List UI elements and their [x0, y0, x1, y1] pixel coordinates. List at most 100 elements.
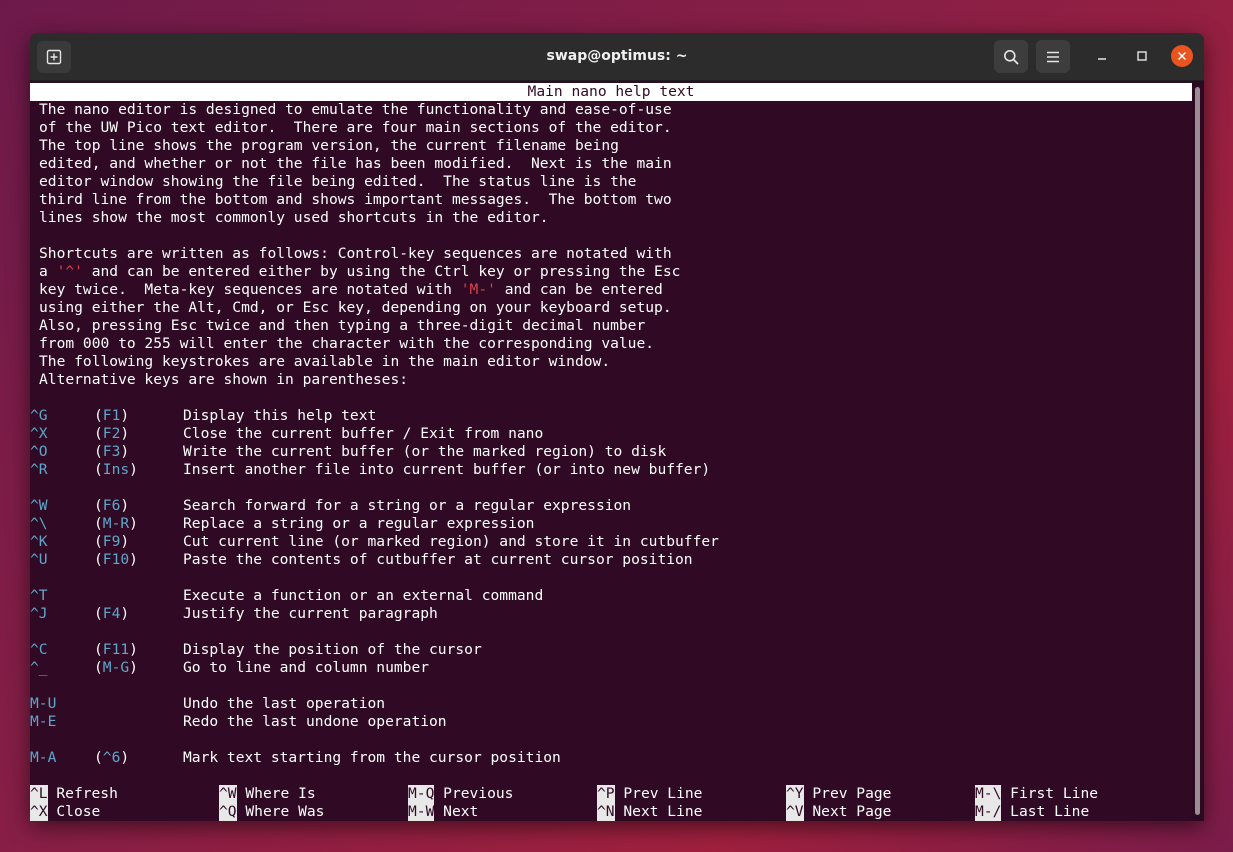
key-description: Mark text starting from the cursor posit… [183, 749, 561, 766]
key-description: Display this help text [183, 407, 377, 424]
alt-key-value: F9 [102, 533, 121, 550]
key-combo: ^C [30, 641, 48, 658]
scrollbar-thumb[interactable] [1195, 87, 1200, 815]
shortcut-prev-line[interactable]: ^P Prev Line [597, 785, 702, 803]
shortcut-close[interactable]: ^X Close [30, 803, 100, 821]
shortcut-label: Close [56, 803, 101, 820]
shortcut-next[interactable]: M-W Next [408, 803, 478, 821]
alt-key-value: F6 [102, 497, 121, 514]
alt-key: (F1) [94, 407, 130, 424]
shortcut-where-is[interactable]: ^W Where Is [219, 785, 316, 803]
key-description: Close the current buffer / Exit from nan… [183, 425, 544, 442]
alt-key-value: F3 [102, 443, 121, 460]
shortcut-label: Refresh [56, 785, 118, 802]
hamburger-icon [1047, 51, 1059, 62]
shortcut-next-line[interactable]: ^N Next Line [597, 803, 702, 821]
key-combo: ^W [30, 497, 48, 514]
new-tab-icon [46, 49, 62, 65]
shortcut-key: ^N [597, 803, 615, 821]
terminal-window: swap@optimus: ~ Main nano help text The … [30, 33, 1204, 821]
new-tab-button[interactable] [37, 41, 71, 73]
alt-key: (F6) [94, 497, 130, 514]
key-description: Display the position of the cursor [183, 641, 482, 658]
text-segment: key twice. Meta-key sequences are notate… [39, 281, 461, 298]
shortcut-label: Where Is [245, 785, 316, 802]
intro-line: editor window showing the file being edi… [39, 173, 637, 190]
key-combo: ^T [30, 587, 48, 604]
shortcut-key: M-Q [408, 785, 435, 803]
shortcut-para-line: Shortcuts are written as follows: Contro… [39, 245, 672, 262]
shortcut-key: ^Y [786, 785, 804, 803]
minimize-button[interactable] [1090, 44, 1114, 68]
shortcut-prev-page[interactable]: ^Y Prev Page [786, 785, 891, 803]
key-description: Cut current line (or marked region) and … [183, 533, 719, 550]
text-segment: a [39, 263, 57, 280]
alt-key-value: F1 [102, 407, 121, 424]
shortcut-next-page[interactable]: ^V Next Page [786, 803, 891, 821]
shortcut-key: M-W [408, 803, 435, 821]
shortcut-last-line[interactable]: M-/ Last Line [975, 803, 1089, 821]
shortcut-key: ^X [30, 803, 48, 821]
key-description: Replace a string or a regular expression [183, 515, 535, 532]
alt-key-value: F4 [102, 605, 121, 622]
shortcut-para-line: from 000 to 255 will enter the character… [39, 335, 655, 352]
title-bar[interactable]: swap@optimus: ~ [30, 33, 1204, 81]
shortcut-key: M-/ [975, 803, 1002, 821]
shortcut-label: First Line [1010, 785, 1099, 802]
key-combo: ^_ [30, 659, 48, 676]
shortcut-refresh[interactable]: ^L Refresh [30, 785, 118, 803]
search-button[interactable] [994, 40, 1028, 73]
alt-key-value: F10 [102, 551, 130, 568]
nano-title-bar: Main nano help text [30, 83, 1192, 101]
key-combo: ^J [30, 605, 48, 622]
alt-key-value: F11 [102, 641, 130, 658]
close-button[interactable] [1171, 45, 1193, 67]
scrollbar[interactable] [1192, 81, 1204, 821]
key-description: Search forward for a string or a regular… [183, 497, 632, 514]
shortcut-where-was[interactable]: ^Q Where Was [219, 803, 324, 821]
key-combo: ^U [30, 551, 48, 568]
shortcut-para-line: Also, pressing Esc twice and then typing… [39, 317, 646, 334]
text-segment: and can be entered [495, 281, 663, 298]
search-icon [1004, 49, 1019, 64]
shortcut-label: Next Line [623, 803, 703, 820]
shortcut-para-line: using either the Alt, Cmd, or Esc key, d… [39, 299, 672, 316]
key-combo: M-E [30, 713, 57, 730]
shortcut-label: Last Line [1010, 803, 1090, 820]
shortcut-para-line: The following keystrokes are available i… [39, 353, 611, 370]
alt-key-value: F2 [102, 425, 121, 442]
key-description: Redo the last undone operation [183, 713, 447, 730]
alt-key: (F9) [94, 533, 130, 550]
intro-line: The nano editor is designed to emulate t… [39, 101, 672, 118]
intro-line: of the UW Pico text editor. There are fo… [39, 119, 672, 136]
shortcut-label: Where Was [245, 803, 325, 820]
key-description: Execute a function or an external comman… [183, 587, 544, 604]
shortcut-label: Prev Page [812, 785, 892, 802]
key-combo: M-U [30, 695, 57, 712]
key-combo: M-A [30, 749, 57, 766]
shortcut-label: Prev Line [623, 785, 703, 802]
shortcut-first-line[interactable]: M-\ First Line [975, 785, 1098, 803]
intro-line: third line from the bottom and shows imp… [39, 191, 672, 208]
alt-key: (F10) [94, 551, 138, 568]
shortcut-label: Next Page [812, 803, 892, 820]
shortcut-para-line: a '^' and can be entered either by using… [39, 263, 680, 281]
shortcut-key: ^L [30, 785, 48, 803]
shortcut-key: ^V [786, 803, 804, 821]
meta-notation: 'M-' [460, 281, 496, 298]
alt-key-value: M-G [102, 659, 130, 676]
maximize-button[interactable] [1130, 44, 1154, 68]
shortcut-previous[interactable]: M-Q Previous [408, 785, 513, 803]
menu-button[interactable] [1036, 40, 1070, 73]
alt-key: (F11) [94, 641, 138, 658]
caret-notation: '^' [56, 263, 83, 280]
close-icon [1178, 52, 1186, 60]
key-description: Justify the current paragraph [183, 605, 438, 622]
key-description: Insert another file into current buffer … [183, 461, 711, 478]
key-combo: ^G [30, 407, 48, 424]
key-combo: ^R [30, 461, 48, 478]
alt-key: (F3) [94, 443, 130, 460]
shortcut-label: Next [443, 803, 479, 820]
alt-key-value: Ins [102, 461, 130, 478]
terminal-content[interactable]: Main nano help text The nano editor is d… [30, 81, 1192, 821]
